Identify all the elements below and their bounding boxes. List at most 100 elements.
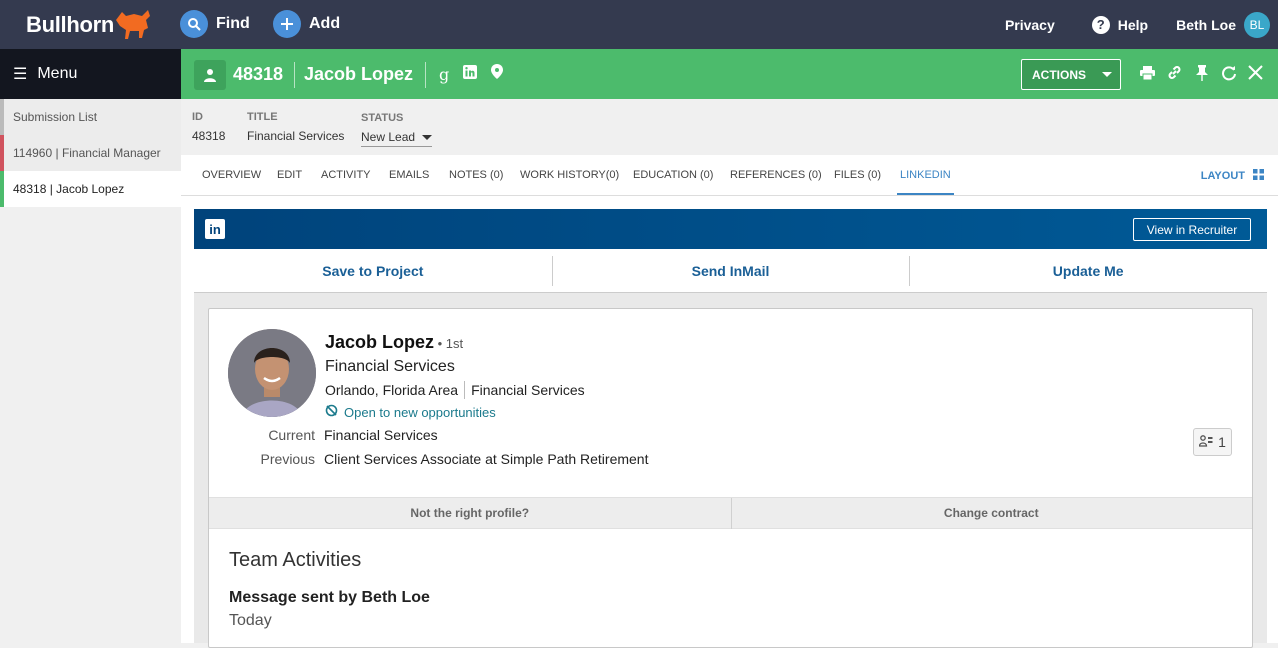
team-activities-heading: Team Activities <box>229 549 362 571</box>
open-to-opportunities: Open to new opportunities <box>325 404 496 420</box>
linkedin-banner: in View in Recruiter <box>194 209 1267 249</box>
change-contract-button[interactable]: Change contract <box>730 498 1253 529</box>
tab-edit[interactable]: EDIT <box>277 155 302 195</box>
close-icon[interactable] <box>1247 64 1264 81</box>
profile-headline: Financial Services <box>325 358 455 375</box>
divider <box>464 381 466 399</box>
open-to-work-label: Open to new opportunities <box>344 404 496 420</box>
help-link[interactable]: Help <box>1118 17 1148 33</box>
activity-message-date: Today <box>229 612 272 629</box>
layout-button[interactable]: LAYOUT <box>1201 169 1264 183</box>
divider <box>294 62 295 88</box>
record-tools <box>1139 64 1264 81</box>
sidebar-item-submission-list[interactable]: Submission List <box>0 99 181 135</box>
save-to-project-button[interactable]: Save to Project <box>194 249 552 292</box>
profile-location: Orlando, Florida Area <box>325 382 459 398</box>
refresh-icon[interactable] <box>1220 64 1237 81</box>
tab-overview[interactable]: OVERVIEW <box>202 155 261 195</box>
privacy-link[interactable]: Privacy <box>1005 17 1055 33</box>
find-button[interactable]: Find <box>180 10 250 38</box>
find-label: Find <box>216 15 250 32</box>
profile-card: Jacob Lopez • 1st Financial Services Orl… <box>208 308 1253 648</box>
linkedin-panel: Jacob Lopez • 1st Financial Services Orl… <box>194 293 1267 648</box>
send-inmail-button[interactable]: Send InMail <box>551 249 910 292</box>
tab-linkedin[interactable]: LINKEDIN <box>897 155 954 195</box>
activity-message-title: Message sent by Beth Loe <box>229 589 430 606</box>
search-icon <box>180 10 208 38</box>
top-navigation-bar: Bullhorn Find Add Privacy ? Help Beth Lo… <box>0 0 1278 49</box>
print-icon[interactable] <box>1139 64 1156 81</box>
record-id: 48318 <box>233 64 284 84</box>
field-label: TITLE <box>247 111 278 123</box>
sidebar-item-job[interactable]: 114960 | Financial Manager <box>0 135 181 171</box>
candidate-icon <box>194 60 226 90</box>
chevron-down-icon <box>422 134 432 140</box>
open-to-work-icon <box>325 404 338 420</box>
record-header: 48318 Jacob Lopez g ACTIONS <box>181 49 1278 99</box>
bull-logo-icon <box>116 10 150 39</box>
status-select[interactable]: New Lead <box>361 130 432 147</box>
status-value: New Lead <box>361 130 416 144</box>
layout-label: LAYOUT <box>1200 170 1245 182</box>
record-links: g <box>439 64 504 84</box>
google-icon[interactable]: g <box>439 65 449 84</box>
linkedin-actions: Save to Project Send InMail Update Me <box>194 249 1267 293</box>
location-pin-icon[interactable] <box>491 64 504 84</box>
profile-industry: Financial Services <box>471 382 585 398</box>
sidebar-item-candidate[interactable]: 48318 | Jacob Lopez <box>0 171 181 207</box>
bullhorn-logo[interactable]: Bullhorn <box>26 12 114 38</box>
tab-work-history[interactable]: WORK HISTORY(0) <box>520 155 619 195</box>
shared-connections-button[interactable]: 1 <box>1193 428 1232 456</box>
tab-references[interactable]: REFERENCES (0) <box>730 155 822 195</box>
menu-label: Menu <box>37 65 78 82</box>
tab-emails[interactable]: EMAILS <box>389 155 429 195</box>
previous-label: Previous <box>260 451 315 467</box>
field-label: STATUS <box>361 112 404 124</box>
user-name[interactable]: Beth Loe <box>1176 17 1236 33</box>
view-in-recruiter-button[interactable]: View in Recruiter <box>1133 218 1251 241</box>
top-right-controls: Privacy ? Help Beth Loe BL <box>1005 0 1278 49</box>
field-value: Financial Services <box>247 129 345 143</box>
update-me-button[interactable]: Update Me <box>909 249 1267 292</box>
plus-icon <box>273 10 301 38</box>
add-button[interactable]: Add <box>273 10 340 38</box>
sidebar-item-label: 114960 | Financial Manager <box>13 146 161 160</box>
current-position: Financial Services <box>324 427 438 443</box>
field-id: ID 48318 <box>192 111 225 143</box>
profile-footer-actions: Not the right profile? Change contract <box>209 497 1252 529</box>
add-label: Add <box>309 15 341 32</box>
profile-photo[interactable] <box>228 329 316 417</box>
actions-dropdown[interactable]: ACTIONS <box>1021 59 1121 90</box>
record-summary-fields: ID 48318 TITLE Financial Services STATUS… <box>181 99 1278 155</box>
profile-name[interactable]: Jacob Lopez <box>325 332 434 352</box>
link-icon[interactable] <box>1166 64 1183 81</box>
linkedin-tab-content: in View in Recruiter Save to Project Sen… <box>181 196 1278 648</box>
sidebar-item-label: 48318 | Jacob Lopez <box>13 182 125 196</box>
not-right-profile-button[interactable]: Not the right profile? <box>209 498 731 528</box>
sidebar: ☰ Menu Submission List 114960 | Financia… <box>0 49 181 643</box>
profile-name-line: Jacob Lopez • 1st <box>325 332 463 353</box>
field-status: STATUS New Lead <box>361 112 432 147</box>
tab-education[interactable]: EDUCATION (0) <box>633 155 713 195</box>
sidebar-item-label: Submission List <box>13 110 98 124</box>
linkedin-icon[interactable] <box>463 64 478 84</box>
people-icon <box>1198 434 1213 450</box>
grid-icon <box>1253 169 1264 183</box>
current-label: Current <box>268 427 315 443</box>
field-value: 48318 <box>192 129 226 143</box>
tab-files[interactable]: FILES (0) <box>834 155 881 195</box>
tab-activity[interactable]: ACTIVITY <box>321 155 371 195</box>
pin-icon[interactable] <box>1193 64 1210 81</box>
user-avatar[interactable]: BL <box>1244 11 1270 38</box>
actions-label: ACTIONS <box>1032 67 1086 82</box>
divider <box>425 62 426 88</box>
record-tabs: OVERVIEW EDIT ACTIVITY EMAILS NOTES (0) … <box>181 155 1278 196</box>
help-icon[interactable]: ? <box>1091 15 1110 34</box>
profile-location-line: Orlando, Florida Area Financial Services <box>325 381 585 399</box>
tab-notes[interactable]: NOTES (0) <box>449 155 503 195</box>
connection-degree: • 1st <box>434 336 464 351</box>
record-name: Jacob Lopez <box>304 64 414 84</box>
linkedin-logo-icon: in <box>205 219 225 239</box>
field-label: ID <box>192 111 203 123</box>
menu-button[interactable]: ☰ Menu <box>0 49 181 99</box>
